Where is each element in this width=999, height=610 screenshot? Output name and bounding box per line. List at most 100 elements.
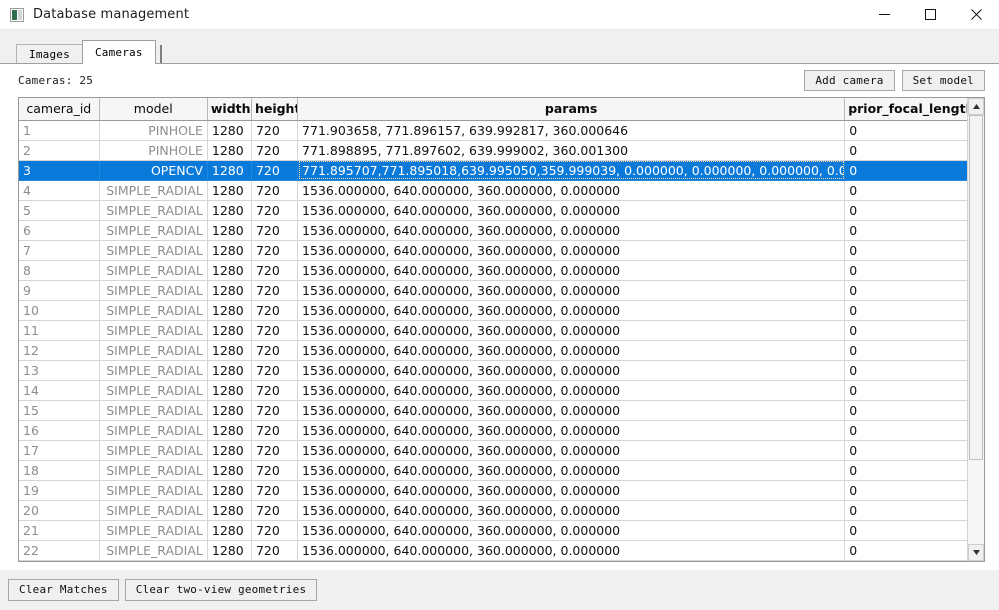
clear-matches-button[interactable]: Clear Matches xyxy=(8,578,119,601)
cell-width[interactable]: 1280 xyxy=(207,300,252,321)
cell-prior_focal_length[interactable]: 0 xyxy=(844,180,967,201)
table-row[interactable]: 17 SIMPLE_RADIAL 1280 720 1536.000000, 640.0… xyxy=(19,440,967,461)
cell-camera_id[interactable]: 14 xyxy=(19,380,100,401)
cell-width[interactable]: 1280 xyxy=(207,420,252,441)
table-row[interactable]: 21 SIMPLE_RADIAL 1280 720 1536.000000, 640.0… xyxy=(19,520,967,541)
cell-width[interactable]: 1280 xyxy=(207,280,252,301)
cell-height[interactable]: 720 xyxy=(251,460,299,481)
cell-camera_id[interactable]: 22 xyxy=(19,540,100,561)
cell-camera_id[interactable]: 7 xyxy=(19,240,100,261)
cell-prior_focal_length[interactable]: 0 xyxy=(844,280,967,301)
cell-params[interactable]: 1536.000000, 640.000000, 360.000000, 0.0… xyxy=(297,360,846,381)
cell-params[interactable]: 1536.000000, 640.000000, 360.000000, 0.0… xyxy=(297,280,846,301)
table-row[interactable]: 22 SIMPLE_RADIAL 1280 720 1536.000000, 640.0… xyxy=(19,540,967,561)
cell-width[interactable]: 1280 xyxy=(207,360,252,381)
cell-params[interactable]: 771.895707,771.895018,639.995050,359.999… xyxy=(297,160,846,181)
cell-width[interactable]: 1280 xyxy=(207,200,252,221)
cell-height[interactable]: 720 xyxy=(251,220,299,241)
cell-model[interactable]: PINHOLE xyxy=(99,120,208,141)
cell-model[interactable]: SIMPLE_RADIAL xyxy=(99,440,208,461)
cell-camera_id[interactable]: 9 xyxy=(19,280,100,301)
table-row[interactable]: 1 PINHOLE 1280 720 771.903658, 771.896157, 6… xyxy=(19,120,967,141)
table-row[interactable]: 2 PINHOLE 1280 720 771.898895, 771.897602, 6… xyxy=(19,140,967,161)
cell-height[interactable]: 720 xyxy=(251,180,299,201)
cell-width[interactable]: 1280 xyxy=(207,480,252,501)
cell-prior_focal_length[interactable]: 0 xyxy=(844,240,967,261)
cell-model[interactable]: SIMPLE_RADIAL xyxy=(99,500,208,521)
clear-two-view-geometries-button[interactable]: Clear two-view geometries xyxy=(124,578,318,601)
table-row[interactable]: 3 OPENCV 1280 720 771.895707,771.895018,639.… xyxy=(19,160,967,181)
cell-camera_id[interactable]: 6 xyxy=(19,220,100,241)
cell-width[interactable]: 1280 xyxy=(207,440,252,461)
cell-width[interactable]: 1280 xyxy=(207,540,252,561)
cell-height[interactable]: 720 xyxy=(251,160,299,181)
column-header-params[interactable]: params xyxy=(297,98,846,121)
cell-params[interactable]: 1536.000000, 640.000000, 360.000000, 0.0… xyxy=(297,300,846,321)
cell-prior_focal_length[interactable]: 0 xyxy=(844,360,967,381)
cell-model[interactable]: SIMPLE_RADIAL xyxy=(99,180,208,201)
cell-height[interactable]: 720 xyxy=(251,440,299,461)
cell-camera_id[interactable]: 3 xyxy=(19,160,100,181)
cell-camera_id[interactable]: 2 xyxy=(19,140,100,161)
cell-params[interactable]: 1536.000000, 640.000000, 360.000000, 0.0… xyxy=(297,260,846,281)
cell-height[interactable]: 720 xyxy=(251,320,299,341)
cell-prior_focal_length[interactable]: 0 xyxy=(844,520,967,541)
cell-params[interactable]: 1536.000000, 640.000000, 360.000000, 0.0… xyxy=(297,460,846,481)
cell-params[interactable]: 771.903658, 771.896157, 639.992817, 360.… xyxy=(297,120,846,141)
vertical-scroll-track[interactable] xyxy=(968,115,984,544)
table-row[interactable]: 8 SIMPLE_RADIAL 1280 720 1536.000000, 640.00… xyxy=(19,260,967,281)
cell-height[interactable]: 720 xyxy=(251,140,299,161)
column-header-model[interactable]: model xyxy=(99,98,208,121)
cell-camera_id[interactable]: 10 xyxy=(19,300,100,321)
cell-height[interactable]: 720 xyxy=(251,420,299,441)
cell-camera_id[interactable]: 20 xyxy=(19,500,100,521)
table-row[interactable]: 7 SIMPLE_RADIAL 1280 720 1536.000000, 640.00… xyxy=(19,240,967,261)
cell-height[interactable]: 720 xyxy=(251,240,299,261)
cell-height[interactable]: 720 xyxy=(251,520,299,541)
cell-model[interactable]: SIMPLE_RADIAL xyxy=(99,520,208,541)
cell-camera_id[interactable]: 4 xyxy=(19,180,100,201)
table-row[interactable]: 6 SIMPLE_RADIAL 1280 720 1536.000000, 640.00… xyxy=(19,220,967,241)
cell-camera_id[interactable]: 12 xyxy=(19,340,100,361)
cell-params[interactable]: 1536.000000, 640.000000, 360.000000, 0.0… xyxy=(297,180,846,201)
cell-width[interactable]: 1280 xyxy=(207,460,252,481)
cell-prior_focal_length[interactable]: 0 xyxy=(844,420,967,441)
cell-params[interactable]: 1536.000000, 640.000000, 360.000000, 0.0… xyxy=(297,540,846,561)
cell-model[interactable]: SIMPLE_RADIAL xyxy=(99,300,208,321)
cell-model[interactable]: SIMPLE_RADIAL xyxy=(99,240,208,261)
table-row[interactable]: 16 SIMPLE_RADIAL 1280 720 1536.000000, 640.0… xyxy=(19,420,967,441)
table-row[interactable]: 5 SIMPLE_RADIAL 1280 720 1536.000000, 640.00… xyxy=(19,200,967,221)
vertical-scroll-thumb[interactable] xyxy=(969,115,983,460)
table-row[interactable]: 13 SIMPLE_RADIAL 1280 720 1536.000000, 640.0… xyxy=(19,360,967,381)
cell-params[interactable]: 1536.000000, 640.000000, 360.000000, 0.0… xyxy=(297,480,846,501)
cell-prior_focal_length[interactable]: 0 xyxy=(844,140,967,161)
cell-camera_id[interactable]: 16 xyxy=(19,420,100,441)
cell-camera_id[interactable]: 21 xyxy=(19,520,100,541)
cell-width[interactable]: 1280 xyxy=(207,120,252,141)
cell-width[interactable]: 1280 xyxy=(207,400,252,421)
cell-params[interactable]: 771.898895, 771.897602, 639.999002, 360.… xyxy=(297,140,846,161)
cell-model[interactable]: OPENCV xyxy=(99,160,208,181)
table-row[interactable]: 12 SIMPLE_RADIAL 1280 720 1536.000000, 640.0… xyxy=(19,340,967,361)
cell-model[interactable]: SIMPLE_RADIAL xyxy=(99,280,208,301)
cell-prior_focal_length[interactable]: 0 xyxy=(844,440,967,461)
set-model-button[interactable]: Set model xyxy=(901,70,985,91)
cell-width[interactable]: 1280 xyxy=(207,160,252,181)
cell-height[interactable]: 720 xyxy=(251,360,299,381)
cell-camera_id[interactable]: 17 xyxy=(19,440,100,461)
cell-width[interactable]: 1280 xyxy=(207,240,252,261)
tab-images[interactable]: Images xyxy=(16,44,83,64)
cell-model[interactable]: PINHOLE xyxy=(99,140,208,161)
column-header-prior_focal_length[interactable]: prior_focal_length xyxy=(844,98,967,121)
cell-width[interactable]: 1280 xyxy=(207,500,252,521)
cell-width[interactable]: 1280 xyxy=(207,320,252,341)
cell-camera_id[interactable]: 11 xyxy=(19,320,100,341)
cell-params[interactable]: 1536.000000, 640.000000, 360.000000, 0.0… xyxy=(297,440,846,461)
cell-camera_id[interactable]: 15 xyxy=(19,400,100,421)
vertical-scrollbar[interactable] xyxy=(967,98,984,561)
cell-height[interactable]: 720 xyxy=(251,260,299,281)
cell-params[interactable]: 1536.000000, 640.000000, 360.000000, 0.0… xyxy=(297,380,846,401)
table-row[interactable]: 10 SIMPLE_RADIAL 1280 720 1536.000000, 640.0… xyxy=(19,300,967,321)
table-row[interactable]: 9 SIMPLE_RADIAL 1280 720 1536.000000, 640.00… xyxy=(19,280,967,301)
cell-params[interactable]: 1536.000000, 640.000000, 360.000000, 0.0… xyxy=(297,500,846,521)
